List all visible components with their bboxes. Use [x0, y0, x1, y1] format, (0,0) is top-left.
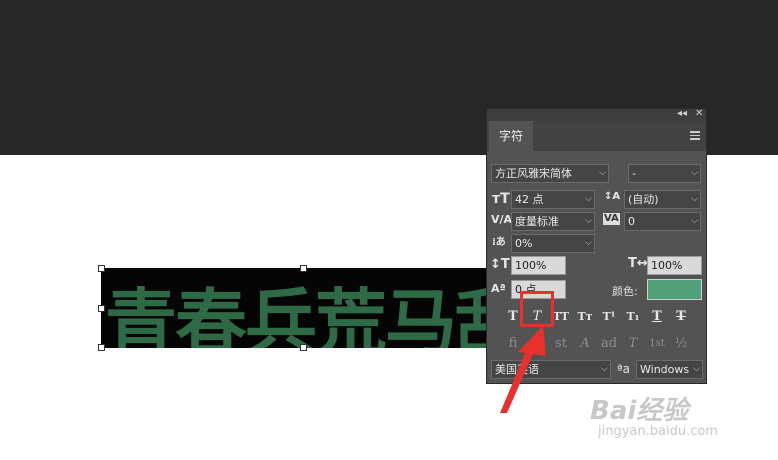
- arrow-head: [518, 326, 546, 356]
- watermark-logo: Bai经验: [590, 396, 689, 426]
- watermark-url: jingyan.baidu.com: [598, 424, 718, 439]
- arrow-shaft: [500, 344, 536, 413]
